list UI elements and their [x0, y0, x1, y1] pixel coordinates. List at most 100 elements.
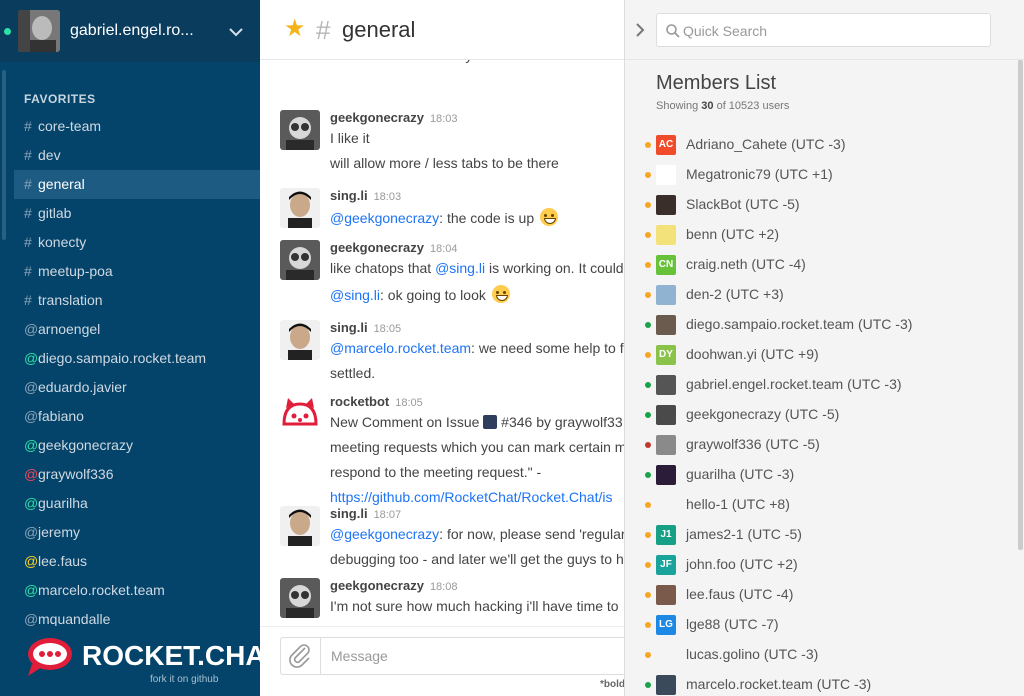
- message-text-segment: New Comment on Issue: [330, 414, 484, 430]
- message-username[interactable]: geekgonecrazy 18:03: [330, 110, 457, 125]
- sidebar-item-fabiano[interactable]: @fabiano: [14, 402, 260, 431]
- sidebar-item-dev[interactable]: # dev: [14, 141, 260, 170]
- message-link[interactable]: https://github.com/RocketChat/Rocket.Cha…: [330, 489, 612, 505]
- member-item[interactable]: marcelo.rocket.team (UTC -3): [641, 670, 1011, 696]
- message-avatar[interactable]: [280, 320, 320, 360]
- message-text: will allow more / less tabs to be there: [330, 155, 559, 171]
- member-item[interactable]: JF john.foo (UTC +2): [641, 550, 1011, 580]
- member-avatar: [656, 375, 676, 395]
- message-timestamp: 18:03: [373, 191, 402, 203]
- app-window: gabriel.engel.ro... FAVORITES # core-team…: [0, 0, 1024, 696]
- message-composer: Message *bold: [260, 626, 624, 696]
- message-text: @marcelo.rocket.team: we need some help …: [330, 340, 624, 356]
- member-item[interactable]: geekgonecrazy (UTC -5): [641, 400, 1011, 430]
- member-item[interactable]: gabriel.engel.rocket.team (UTC -3): [641, 370, 1011, 400]
- sidebar-item-core-team[interactable]: # core-team: [14, 112, 260, 141]
- sidebar-item-lee.faus[interactable]: @lee.faus: [14, 547, 260, 576]
- favorites-title: FAVORITES: [24, 92, 96, 106]
- chevron-down-icon[interactable]: [228, 24, 244, 40]
- message-text: I like it: [330, 130, 370, 146]
- sidebar-item-meetup-poa[interactable]: # meetup-poa: [14, 257, 260, 286]
- attach-button[interactable]: [281, 638, 321, 674]
- channel-hash-icon: #: [316, 15, 331, 45]
- sidebar-item-konecty[interactable]: # konecty: [14, 228, 260, 257]
- sidebar: gabriel.engel.ro... FAVORITES # core-team…: [0, 0, 260, 696]
- sidebar-item-guarilha[interactable]: @guarilha: [14, 489, 260, 518]
- member-avatar: [656, 585, 676, 605]
- member-item[interactable]: guarilha (UTC -3): [641, 460, 1011, 490]
- members-scrollbar[interactable]: [1018, 60, 1023, 550]
- user-mention[interactable]: @geekgonecrazy: [330, 210, 439, 226]
- message-username[interactable]: rocketbot 18:05: [330, 394, 423, 409]
- member-status-dot: [645, 472, 651, 478]
- sidebar-item-label: graywolf336: [38, 466, 114, 482]
- user-mention[interactable]: @marcelo.rocket.team: [330, 340, 471, 356]
- member-avatar: [656, 645, 676, 665]
- message-text-segment: settled.: [330, 365, 376, 381]
- sidebar-item-jeremy[interactable]: @jeremy: [14, 518, 260, 547]
- member-item[interactable]: LG lge88 (UTC -7): [641, 610, 1011, 640]
- message-text: meeting requests which you can mark cert…: [330, 439, 624, 455]
- star-icon[interactable]: ★: [284, 16, 306, 42]
- member-avatar: [656, 675, 676, 695]
- message-text-segment: #346 by graywolf33: [497, 414, 623, 430]
- message-input-box[interactable]: Message: [280, 637, 624, 675]
- member-item[interactable]: benn (UTC +2): [641, 220, 1011, 250]
- sidebar-item-gitlab[interactable]: # gitlab: [14, 199, 260, 228]
- member-name: benn (UTC +2): [686, 226, 779, 242]
- sidebar-item-marcelo.rocket.team[interactable]: @marcelo.rocket.team: [14, 576, 260, 605]
- member-item[interactable]: Megatronic79 (UTC +1): [641, 160, 1011, 190]
- message-username[interactable]: geekgonecrazy 18:04: [330, 240, 457, 255]
- message-username[interactable]: geekgonecrazy 18:08: [330, 578, 457, 593]
- message-username[interactable]: sing.li 18:03: [330, 188, 401, 203]
- sidebar-item-translation[interactable]: # translation: [14, 286, 260, 315]
- sidebar-item-eduardo.javier[interactable]: @eduardo.javier: [14, 373, 260, 402]
- member-item[interactable]: hello-1 (UTC +8): [641, 490, 1011, 520]
- message-input[interactable]: Message: [331, 648, 388, 664]
- user-mention[interactable]: @geekgonecrazy: [330, 526, 439, 542]
- user-mention[interactable]: @sing.li: [435, 260, 485, 276]
- message-username[interactable]: sing.li 18:05: [330, 320, 401, 335]
- message-text-segment: : ok going to look: [380, 287, 490, 303]
- member-item[interactable]: lucas.golino (UTC -3): [641, 640, 1011, 670]
- member-item[interactable]: lee.faus (UTC -4): [641, 580, 1011, 610]
- member-item[interactable]: den-2 (UTC +3): [641, 280, 1011, 310]
- message-avatar[interactable]: [280, 240, 320, 280]
- chevron-right-icon[interactable]: [633, 20, 647, 40]
- sidebar-scrollbar[interactable]: [2, 70, 6, 240]
- member-item[interactable]: SlackBot (UTC -5): [641, 190, 1011, 220]
- member-status-dot: [645, 232, 651, 238]
- sidebar-item-geekgonecrazy[interactable]: @geekgonecrazy: [14, 431, 260, 460]
- sidebar-item-label: fabiano: [38, 408, 84, 424]
- member-item[interactable]: graywolf336 (UTC -5): [641, 430, 1011, 460]
- sidebar-item-graywolf336[interactable]: @graywolf336: [14, 460, 260, 489]
- member-item[interactable]: AC Adriano_Cahete (UTC -3): [641, 130, 1011, 160]
- message-avatar[interactable]: [280, 110, 320, 150]
- user-avatar[interactable]: [18, 10, 60, 52]
- sidebar-item-label: gitlab: [38, 205, 72, 221]
- message-username[interactable]: sing.li 18:07: [330, 506, 401, 521]
- message-avatar[interactable]: [280, 394, 320, 434]
- member-name: marcelo.rocket.team (UTC -3): [686, 676, 872, 692]
- member-status-dot: [645, 322, 651, 328]
- sidebar-item-label: guarilha: [38, 495, 88, 511]
- user-status-icon: @: [24, 466, 39, 482]
- message-avatar[interactable]: [280, 188, 320, 228]
- channel-hash-icon: #: [24, 263, 32, 279]
- member-item[interactable]: CN craig.neth (UTC -4): [641, 250, 1011, 280]
- member-item[interactable]: DY doohwan.yi (UTC +9): [641, 340, 1011, 370]
- message-avatar[interactable]: [280, 506, 320, 546]
- message-avatar[interactable]: [280, 578, 320, 618]
- member-name: hello-1 (UTC +8): [686, 496, 790, 512]
- user-mention[interactable]: @sing.li: [330, 287, 380, 303]
- user-header[interactable]: gabriel.engel.ro...: [0, 0, 260, 62]
- fork-on-github-link[interactable]: fork it on github: [150, 674, 218, 685]
- sidebar-item-arnoengel[interactable]: @arnoengel: [14, 315, 260, 344]
- member-item[interactable]: J1 james2-1 (UTC -5): [641, 520, 1011, 550]
- sidebar-item-label: mquandalle: [38, 611, 111, 627]
- room-header: ★ # general: [260, 0, 624, 60]
- quick-search-input[interactable]: Quick Search: [656, 13, 991, 47]
- member-item[interactable]: diego.sampaio.rocket.team (UTC -3): [641, 310, 1011, 340]
- sidebar-item-general[interactable]: # general: [14, 170, 260, 199]
- sidebar-item-diego.sampaio.rocket.team[interactable]: @diego.sampaio.rocket.team: [14, 344, 260, 373]
